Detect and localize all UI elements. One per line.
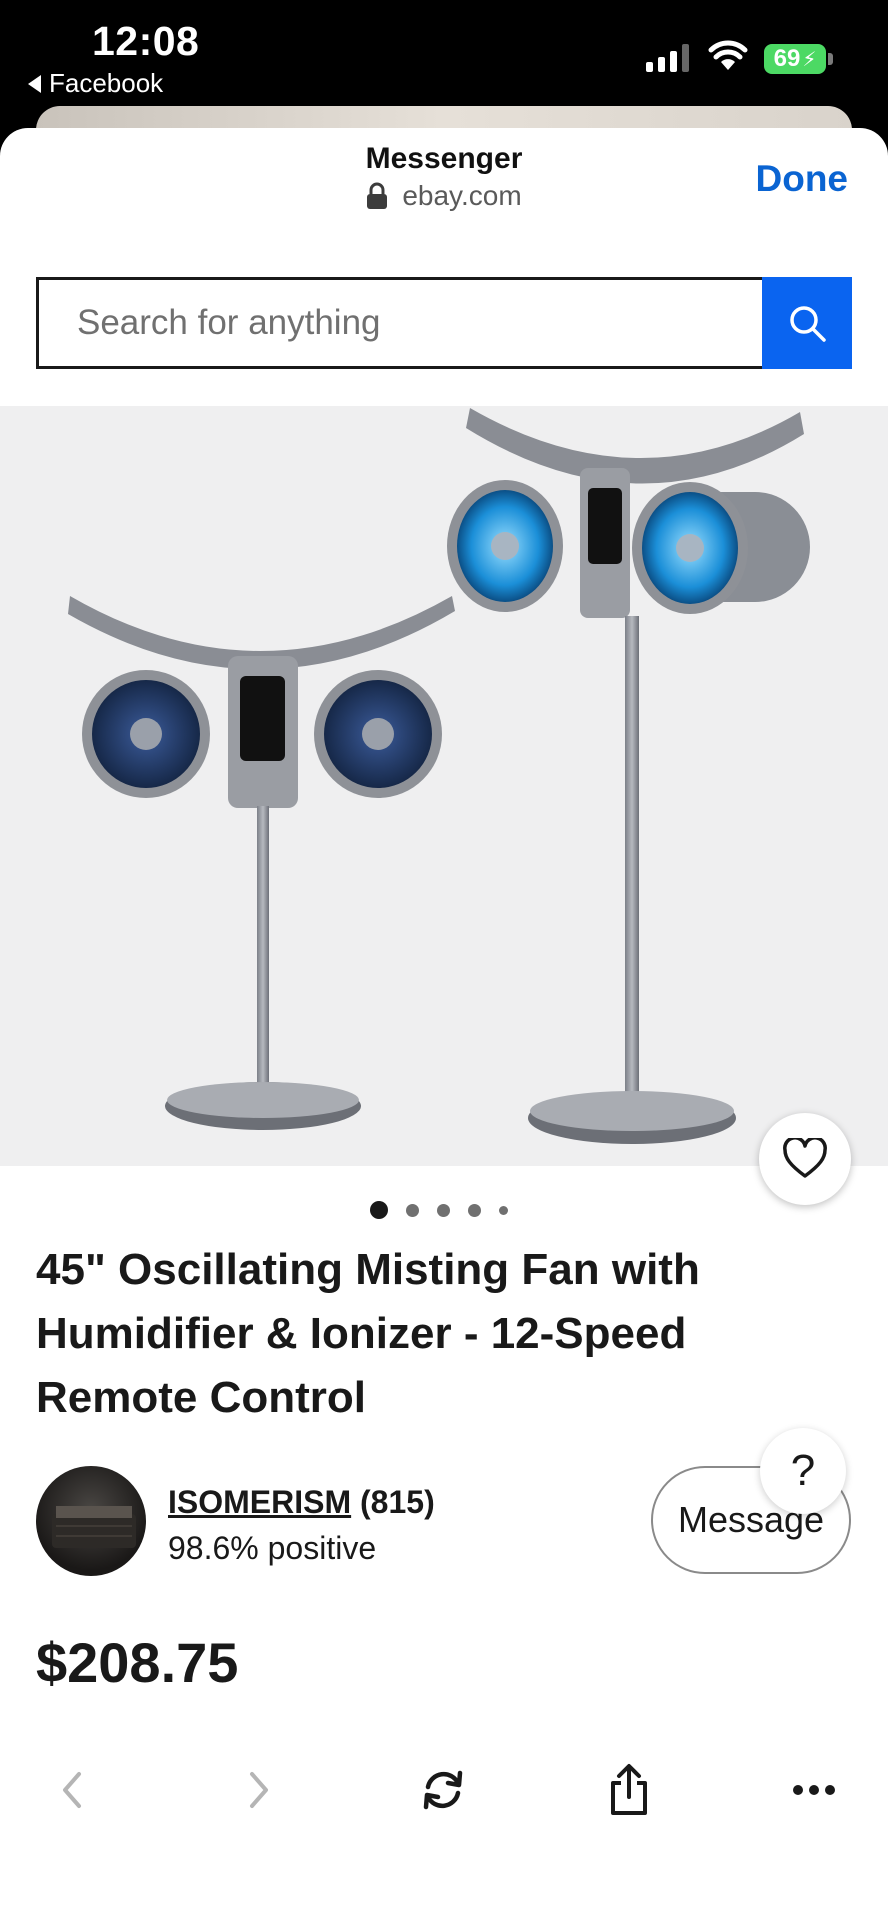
product-image[interactable]	[0, 406, 888, 1166]
back-triangle-icon	[28, 74, 41, 93]
status-bar: 12:08 Facebook 69 ⚡	[0, 0, 888, 120]
product-price: $208.75	[36, 1631, 239, 1694]
wifi-icon	[708, 40, 748, 70]
product-title: 45" Oscillating Misting Fan with Humidif…	[36, 1245, 700, 1422]
more-icon	[793, 1785, 835, 1795]
seller-name-link[interactable]: ISOMERISM	[168, 1484, 351, 1520]
search-button[interactable]	[762, 277, 852, 369]
seller-positive-rating: 98.6% positive	[168, 1530, 377, 1566]
battery-level: 69	[773, 45, 801, 72]
pagination-dot[interactable]	[468, 1203, 481, 1217]
lock-icon	[367, 182, 388, 209]
search-bar: Search for anything	[36, 277, 852, 369]
back-to-app-link[interactable]: Facebook	[28, 68, 163, 99]
reload-button[interactable]	[403, 1750, 483, 1830]
back-app-label: Facebook	[49, 68, 164, 98]
product-photo-fans	[68, 408, 810, 1144]
battery-indicator: 69 ⚡	[764, 44, 826, 74]
heart-icon	[783, 1138, 827, 1178]
image-pagination-dots	[370, 1201, 508, 1219]
pagination-dot[interactable]	[437, 1203, 450, 1217]
seller-name: ISOMERISM (815)	[168, 1484, 435, 1521]
cellular-signal-icon	[646, 44, 689, 72]
pagination-dot[interactable]	[499, 1205, 508, 1215]
battery-nub	[828, 53, 833, 65]
share-button[interactable]	[589, 1750, 669, 1830]
done-button[interactable]: Done	[756, 158, 849, 200]
help-button[interactable]: ?	[760, 1428, 846, 1514]
charging-bolt-icon: ⚡	[802, 48, 817, 71]
seller-feedback-count: (815)	[360, 1484, 435, 1520]
back-button[interactable]	[32, 1750, 112, 1830]
reload-icon	[423, 1770, 463, 1810]
browser-toolbar	[0, 1730, 888, 1920]
seller-avatar[interactable]	[36, 1466, 146, 1576]
search-icon	[790, 306, 826, 342]
seller-info: ISOMERISM (815) 98.6% positive Message	[36, 1466, 852, 1576]
share-icon	[611, 1764, 647, 1815]
sheet-header: Messenger ebay.com Done	[0, 128, 888, 248]
search-input[interactable]: Search for anything	[36, 277, 762, 369]
forward-icon	[250, 1772, 268, 1808]
add-to-watchlist-button[interactable]	[759, 1113, 851, 1205]
url-text: ebay.com	[402, 180, 522, 211]
back-icon	[63, 1772, 81, 1808]
more-button[interactable]	[774, 1750, 854, 1830]
status-time: 12:08	[92, 18, 200, 64]
pagination-dot-active[interactable]	[370, 1201, 388, 1219]
pagination-dot[interactable]	[406, 1203, 419, 1217]
in-app-browser-sheet: Messenger ebay.com Done Search for anyth…	[0, 128, 888, 1920]
forward-button[interactable]	[219, 1750, 299, 1830]
